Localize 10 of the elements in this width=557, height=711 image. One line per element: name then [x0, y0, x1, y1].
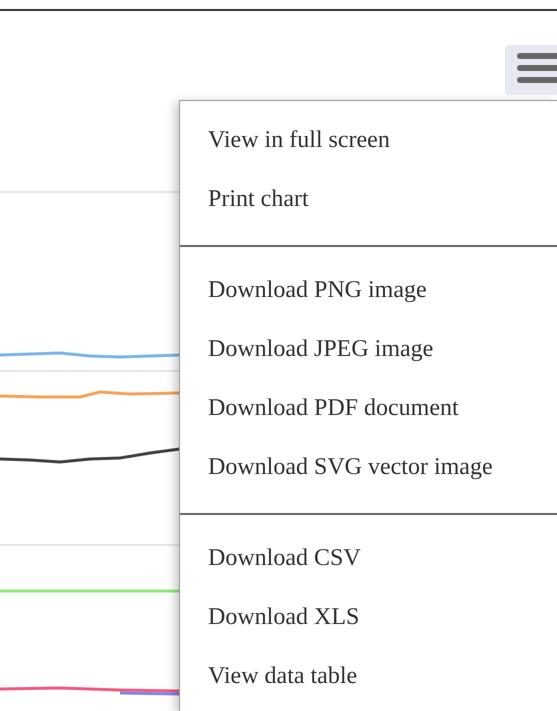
menu-item[interactable]: Download JPEG image	[180, 320, 557, 379]
menu-item[interactable]: Print chart	[180, 170, 557, 229]
menu-item[interactable]: Download CSV	[180, 529, 557, 588]
menu-item[interactable]: Download XLS	[180, 588, 557, 647]
menu-item[interactable]: Download PNG image	[180, 261, 557, 320]
menu-item[interactable]: Download SVG vector image	[180, 438, 557, 497]
menu-item[interactable]: View data table	[180, 647, 557, 706]
menu-item[interactable]: View in full screen	[180, 111, 557, 170]
menu-button[interactable]	[505, 45, 557, 95]
menu-item[interactable]: Download PDF document	[180, 379, 557, 438]
